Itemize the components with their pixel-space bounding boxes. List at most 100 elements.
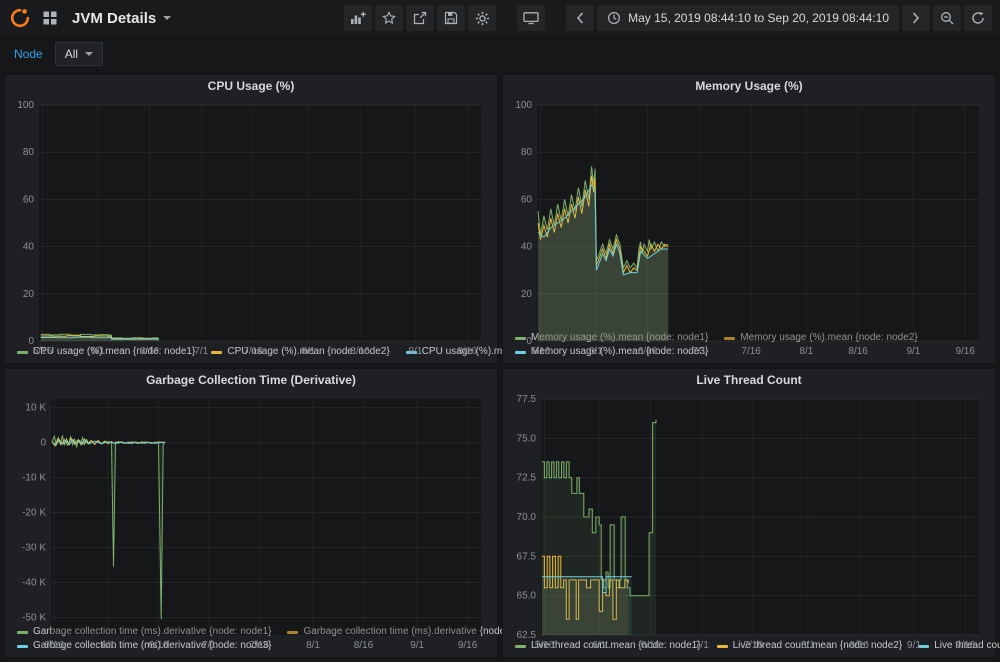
svg-text:5/16: 5/16 — [45, 640, 65, 651]
svg-text:72.5: 72.5 — [517, 473, 537, 484]
star-button[interactable] — [375, 5, 403, 31]
share-icon — [413, 11, 427, 25]
chevron-right-icon — [911, 11, 921, 25]
chevron-left-icon — [575, 11, 585, 25]
star-icon — [382, 11, 396, 25]
svg-text:62.5: 62.5 — [517, 630, 537, 641]
svg-text:8/1: 8/1 — [799, 346, 813, 357]
cpu-usage-chart[interactable]: 5/166/16/167/17/168/18/169/19/1602040608… — [9, 97, 493, 345]
save-button[interactable] — [437, 5, 465, 31]
refresh-button[interactable] — [964, 5, 992, 31]
svg-text:20: 20 — [521, 289, 533, 300]
svg-text:80: 80 — [521, 147, 533, 158]
variable-dropdown-node[interactable]: All — [55, 42, 103, 66]
svg-text:67.5: 67.5 — [517, 551, 537, 562]
dashboard-title: JVM Details — [72, 10, 156, 27]
svg-text:9/16: 9/16 — [955, 346, 975, 357]
gc-time-chart[interactable]: 5/166/16/167/17/168/18/169/19/1610 K0-10… — [9, 391, 493, 625]
panel-toolbar-group — [341, 5, 496, 31]
svg-text:7/16: 7/16 — [250, 640, 270, 651]
svg-text:7/1: 7/1 — [194, 346, 208, 357]
svg-text:8/16: 8/16 — [850, 640, 870, 651]
submenu: Node All — [0, 36, 1000, 72]
svg-text:6/1: 6/1 — [91, 346, 105, 357]
time-range-button[interactable]: May 15, 2019 08:44:10 to Sep 20, 2019 08… — [597, 5, 899, 31]
svg-text:8/1: 8/1 — [306, 640, 320, 651]
svg-text:9/1: 9/1 — [907, 640, 921, 651]
dashboard-title-dropdown[interactable]: JVM Details — [72, 10, 171, 27]
grid-4-squares-icon — [43, 11, 57, 25]
svg-text:7/16: 7/16 — [243, 346, 263, 357]
svg-text:7/1: 7/1 — [202, 640, 216, 651]
cycle-view-mode-button[interactable] — [517, 5, 545, 31]
chevron-down-icon — [85, 52, 93, 56]
panel-title[interactable]: Memory Usage (%) — [507, 75, 991, 97]
svg-text:8/16: 8/16 — [354, 640, 374, 651]
svg-text:6/16: 6/16 — [140, 346, 160, 357]
svg-text:60: 60 — [521, 194, 533, 205]
svg-text:0: 0 — [40, 438, 46, 449]
live-thread-count-chart[interactable]: 5/166/16/167/17/168/18/169/19/1662.565.0… — [507, 391, 991, 639]
time-controls-group: May 15, 2019 08:44:10 to Sep 20, 2019 08… — [563, 5, 992, 31]
navbar: JVM Details — [0, 0, 1000, 36]
grafana-logo[interactable] — [8, 6, 32, 30]
svg-text:9/16: 9/16 — [457, 346, 477, 357]
dashboard-grid: CPU Usage (%) 5/16 6/1 6/16 7/1 7/16 8/1 8/16 9… — [0, 72, 1000, 660]
svg-text:-20 K: -20 K — [22, 508, 46, 519]
gear-icon — [475, 11, 490, 26]
svg-text:80: 80 — [23, 147, 35, 158]
panel-title[interactable]: Garbage Collection Time (Derivative) — [9, 369, 493, 391]
svg-text:9/1: 9/1 — [410, 640, 424, 651]
svg-text:6/1: 6/1 — [592, 640, 606, 651]
variable-value: All — [65, 47, 78, 61]
svg-text:6/16: 6/16 — [638, 346, 658, 357]
variable-label-node: Node — [10, 44, 47, 64]
svg-text:100: 100 — [17, 100, 34, 111]
clock-icon — [607, 11, 621, 25]
add-panel-button[interactable] — [344, 5, 372, 31]
svg-text:0: 0 — [526, 336, 532, 347]
refresh-icon — [971, 11, 985, 25]
save-icon — [444, 11, 458, 25]
svg-text:40: 40 — [23, 242, 35, 253]
svg-text:-40 K: -40 K — [22, 578, 46, 589]
svg-text:9/1: 9/1 — [408, 346, 422, 357]
svg-text:5/16: 5/16 — [531, 346, 551, 357]
svg-text:-10 K: -10 K — [22, 473, 46, 484]
panel-live-thread-count: Live Thread Count 5/166/16/167/17/168/18… — [502, 368, 996, 658]
svg-text:9/16: 9/16 — [458, 640, 478, 651]
svg-text:8/16: 8/16 — [848, 346, 868, 357]
svg-text:7/16: 7/16 — [741, 346, 761, 357]
svg-text:65.0: 65.0 — [517, 591, 537, 602]
time-range-back-button[interactable] — [566, 5, 594, 31]
svg-text:6/1: 6/1 — [589, 346, 603, 357]
share-button[interactable] — [406, 5, 434, 31]
panel-memory-usage: Memory Usage (%) 5/16 6/1 6/16 7/1 7/16 8/1 8/… — [502, 74, 996, 364]
svg-text:7/1: 7/1 — [692, 346, 706, 357]
zoom-out-button[interactable] — [933, 5, 961, 31]
svg-text:8/16: 8/16 — [350, 346, 370, 357]
chevron-down-icon — [163, 16, 171, 20]
svg-text:-30 K: -30 K — [22, 543, 46, 554]
svg-text:6/16: 6/16 — [641, 640, 661, 651]
memory-usage-chart[interactable]: 5/166/16/167/17/168/18/169/19/1602040608… — [507, 97, 991, 331]
settings-button[interactable] — [468, 5, 496, 31]
add-panel-icon — [350, 11, 366, 25]
panel-cpu-usage: CPU Usage (%) 5/166/16/167/17/168/18/169… — [4, 74, 498, 364]
time-range-label: May 15, 2019 08:44:10 to Sep 20, 2019 08… — [628, 11, 889, 25]
panel-title[interactable]: CPU Usage (%) — [9, 75, 493, 97]
navbar-left: JVM Details — [8, 6, 171, 30]
dashboards-grid-button[interactable] — [40, 8, 60, 28]
time-range-forward-button[interactable] — [902, 5, 930, 31]
svg-text:9/1: 9/1 — [906, 346, 920, 357]
panel-gc-time: Garbage Collection Time (Derivative) 5/1… — [4, 368, 498, 658]
tv-monitor-icon — [523, 11, 539, 25]
svg-text:10 K: 10 K — [25, 403, 46, 414]
svg-text:70.0: 70.0 — [517, 512, 537, 523]
svg-text:40: 40 — [521, 242, 533, 253]
svg-text:77.5: 77.5 — [517, 394, 537, 405]
svg-text:7/1: 7/1 — [695, 640, 709, 651]
svg-text:0: 0 — [28, 336, 34, 347]
svg-text:6/1: 6/1 — [101, 640, 115, 651]
panel-title[interactable]: Live Thread Count — [507, 369, 991, 391]
